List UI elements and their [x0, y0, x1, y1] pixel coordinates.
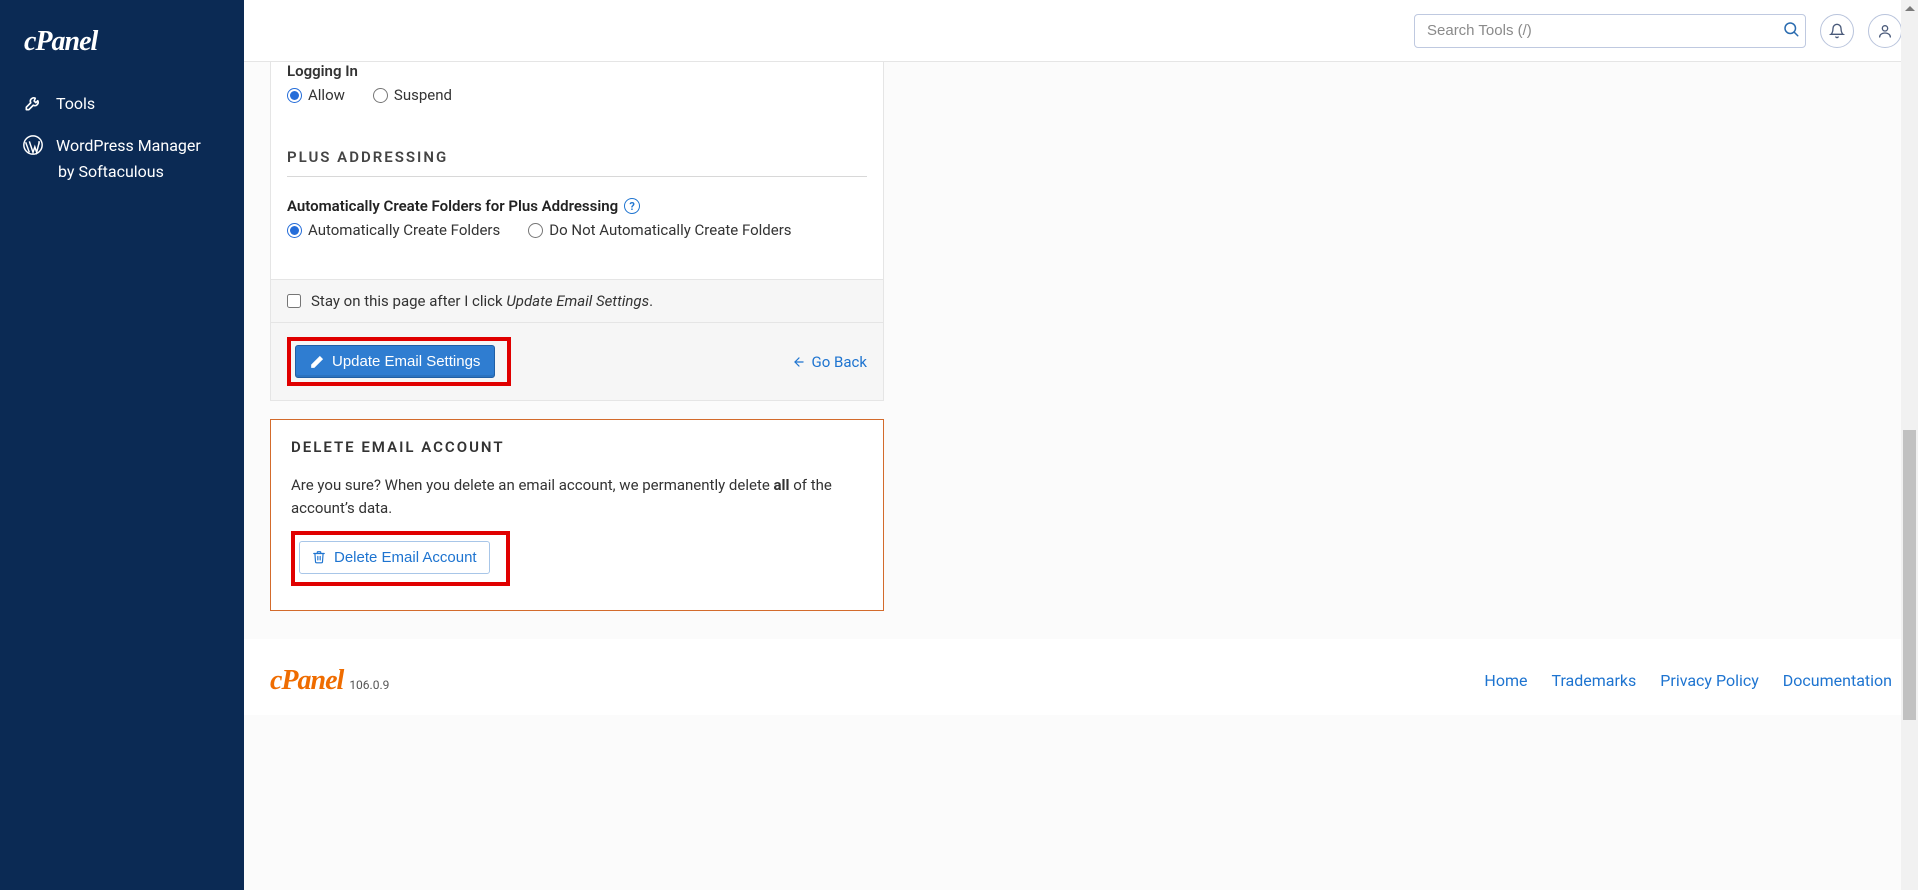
scroll-up-arrow-icon[interactable]: [1901, 0, 1918, 17]
update-email-settings-button[interactable]: Update Email Settings: [295, 345, 495, 378]
trash-icon: [312, 550, 326, 564]
delete-button-label: Delete Email Account: [334, 549, 477, 566]
logo-text: cPanel: [24, 26, 97, 57]
delete-warning-text: Are you sure? When you delete an email a…: [291, 474, 863, 521]
radio-no-auto-create[interactable]: [528, 223, 543, 238]
stay-on-page-checkbox[interactable]: [287, 294, 301, 308]
footer-brand: cPanel 106.0.9: [270, 665, 389, 697]
user-button[interactable]: [1868, 14, 1902, 48]
sidebar-item-label: Tools: [56, 94, 95, 113]
user-icon: [1877, 23, 1893, 39]
email-settings-panel: Logging In Allow Suspend PLUS ADDRE: [270, 62, 884, 401]
radio-suspend-label: Suspend: [394, 86, 452, 104]
bell-icon: [1829, 23, 1845, 39]
delete-text-bold: all: [774, 476, 790, 494]
logging-in-label: Logging In: [287, 62, 867, 80]
search-wrap: [1414, 14, 1806, 48]
sidebar-item-label: WordPress Manager: [56, 136, 201, 155]
no-auto-create-option[interactable]: Do Not Automatically Create Folders: [528, 221, 791, 239]
delete-heading: DELETE EMAIL ACCOUNT: [291, 438, 863, 456]
delete-text-before: Are you sure? When you delete an email a…: [291, 476, 774, 494]
footer-link-trademarks[interactable]: Trademarks: [1551, 671, 1636, 690]
sidebar-item-tools[interactable]: Tools: [0, 82, 244, 124]
stay-prefix: Stay on this page after I click: [311, 292, 506, 310]
auto-folders-text: Automatically Create Folders for Plus Ad…: [287, 197, 618, 215]
tools-icon: [22, 92, 44, 114]
pencil-icon: [310, 355, 324, 369]
arrow-left-icon: [792, 355, 806, 369]
logo: cPanel: [0, 16, 244, 82]
plus-addressing-heading: PLUS ADDRESSING: [287, 148, 867, 177]
radio-suspend[interactable]: [373, 88, 388, 103]
delete-email-account-button[interactable]: Delete Email Account: [299, 541, 490, 574]
delete-highlight: Delete Email Account: [291, 531, 510, 586]
radio-no-auto-create-label: Do Not Automatically Create Folders: [549, 221, 791, 239]
footer-links: Home Trademarks Privacy Policy Documenta…: [1484, 671, 1892, 690]
update-highlight: Update Email Settings: [287, 337, 511, 386]
footer-logo: cPanel: [270, 665, 343, 697]
stay-on-page-text: Stay on this page after I click Update E…: [311, 292, 653, 310]
footer: cPanel 106.0.9 Home Trademarks Privacy P…: [244, 639, 1918, 715]
radio-auto-create-label: Automatically Create Folders: [308, 221, 500, 239]
action-bar: Update Email Settings Go Back: [271, 322, 883, 400]
radio-auto-create[interactable]: [287, 223, 302, 238]
sidebar-item-wordpress[interactable]: WordPress Manager: [0, 124, 244, 166]
footer-link-documentation[interactable]: Documentation: [1783, 671, 1892, 690]
topbar: [244, 0, 1918, 62]
search-icon[interactable]: [1782, 20, 1800, 42]
sidebar-item-wordpress-sub: by Softaculous: [0, 162, 244, 191]
scrollbar[interactable]: [1901, 0, 1918, 890]
wordpress-icon: [22, 134, 44, 156]
sidebar: cPanel Tools WordPress Manager by Softac…: [0, 0, 244, 890]
stay-on-page-row: Stay on this page after I click Update E…: [271, 279, 883, 322]
help-icon[interactable]: ?: [624, 198, 640, 214]
footer-link-home[interactable]: Home: [1484, 671, 1527, 690]
logging-in-allow[interactable]: Allow: [287, 86, 345, 104]
footer-version: 106.0.9: [349, 678, 389, 692]
auto-folders-field-label: Automatically Create Folders for Plus Ad…: [287, 197, 867, 215]
delete-email-panel: DELETE EMAIL ACCOUNT Are you sure? When …: [270, 419, 884, 611]
radio-allow[interactable]: [287, 88, 302, 103]
go-back-label: Go Back: [812, 353, 867, 371]
radio-allow-label: Allow: [308, 86, 345, 104]
go-back-link[interactable]: Go Back: [792, 353, 867, 371]
scrollbar-thumb[interactable]: [1903, 430, 1916, 720]
notifications-button[interactable]: [1820, 14, 1854, 48]
auto-create-option[interactable]: Automatically Create Folders: [287, 221, 500, 239]
update-button-label: Update Email Settings: [332, 353, 480, 370]
footer-link-privacy[interactable]: Privacy Policy: [1660, 671, 1759, 690]
logging-in-suspend[interactable]: Suspend: [373, 86, 452, 104]
stay-suffix: .: [649, 292, 653, 310]
search-input[interactable]: [1414, 14, 1806, 48]
stay-em: Update Email Settings: [506, 292, 649, 310]
